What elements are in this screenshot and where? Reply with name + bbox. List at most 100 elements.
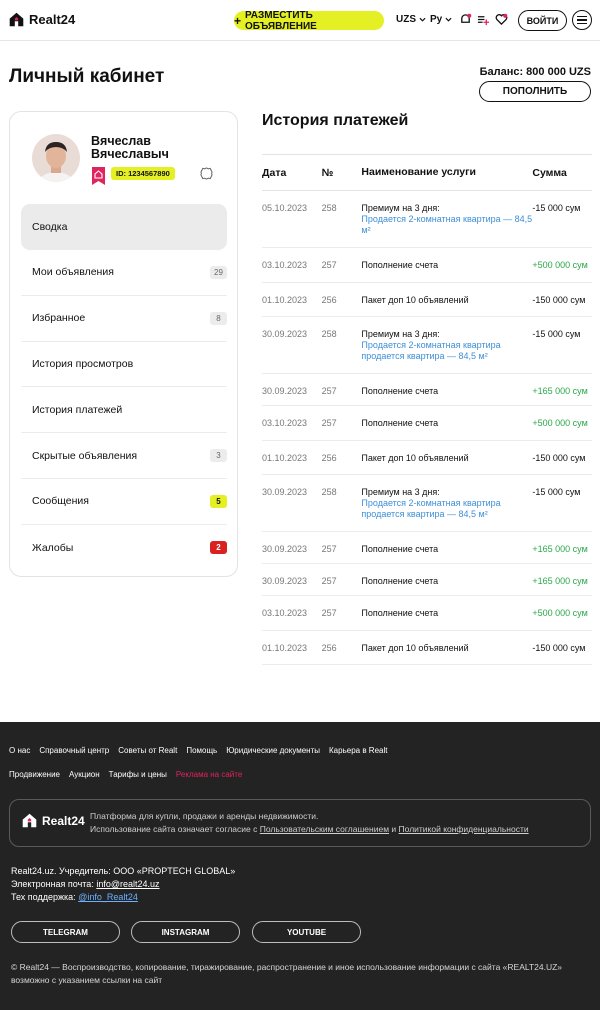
page-title: Личный кабинет: [9, 66, 165, 87]
post-ad-button[interactable]: + РАЗМЕСТИТЬ ОБЪЯВЛЕНИЕ: [234, 9, 384, 32]
footer-link[interactable]: О нас: [9, 746, 30, 755]
column-header-date: Дата: [262, 166, 287, 179]
post-ad-label: РАЗМЕСТИТЬ ОБЪЯВЛЕНИЕ: [245, 9, 317, 32]
sidebar-item-label: История просмотров: [32, 357, 134, 370]
sidebar-item[interactable]: Скрытые объявления 3: [21, 433, 227, 479]
column-header-number: №: [321, 166, 334, 179]
cell-service: Премиум на 3 дня: Продается 2-комнатная к…: [361, 329, 532, 362]
privacy-policy-link[interactable]: Политикой конфиденциальности: [399, 824, 529, 834]
cell-number: 257: [321, 418, 337, 428]
listing-link[interactable]: Продается 2-комнатная квартира продается…: [361, 340, 532, 362]
cell-number: 256: [321, 642, 337, 653]
instagram-button[interactable]: INSTAGRAM: [131, 921, 240, 943]
login-button[interactable]: ВОЙТИ: [518, 10, 567, 31]
service-name: Премиум на 3 дня:: [361, 329, 440, 339]
footer-link[interactable]: Юридические документы: [226, 746, 320, 755]
footer-link[interactable]: Советы от Realt: [118, 746, 177, 755]
count-badge: 3: [210, 449, 227, 463]
email-label: Электронная почта:: [11, 879, 94, 889]
cell-sum: -15 000 сум: [532, 203, 581, 213]
count-badge: 29: [210, 265, 227, 279]
logo-icon: [9, 12, 24, 27]
footer-link[interactable]: Продвижение: [9, 770, 60, 779]
account-menu: Сводка Мои объявления 29 Избранное 8 История …: [21, 204, 227, 571]
menu-icon[interactable]: [572, 10, 592, 30]
cell-service: Пополнение счета: [361, 418, 532, 429]
notifications-icon[interactable]: [459, 13, 472, 26]
cell-number: 257: [321, 386, 337, 396]
footer-links-row2: Продвижение Аукцион Тарифы и цены Реклама н…: [9, 770, 242, 779]
listing-link[interactable]: Продается 2-комнатная квартира — 84,5 м²: [361, 214, 532, 236]
language-select[interactable]: Ру: [430, 14, 452, 25]
cell-number: 258: [321, 487, 337, 497]
sidebar-item-label: Сводка: [32, 221, 68, 233]
column-header-service: Наименование услуги: [361, 166, 476, 178]
footer-about-line1: Платформа для купли, продажи и аренды не…: [90, 811, 319, 821]
sidebar-item-label: История платежей: [32, 403, 123, 416]
sidebar-item-label: Скрытые объявления: [32, 449, 138, 462]
footer-about-text: Платформа для купли, продажи и аренды не…: [90, 810, 529, 836]
footer-logo[interactable]: Realt24: [21, 812, 85, 829]
table-row: 03.10.2023 257 Пополнение счета +500 000 су…: [262, 596, 592, 631]
verified-badge-icon: [92, 167, 105, 185]
count-badge: 5: [210, 494, 227, 508]
service-name: Пополнение счета: [361, 386, 439, 396]
cell-service: Пополнение счета: [361, 386, 532, 397]
sidebar-item-label: Мои объявления: [32, 266, 114, 279]
favorites-icon[interactable]: [495, 13, 508, 26]
topup-button[interactable]: ПОПОЛНИТЬ: [479, 81, 591, 102]
cell-date: 30.09.2023: [262, 544, 308, 554]
table-row: 30.09.2023 258 Премиум на 3 дня: Продается …: [262, 475, 592, 532]
service-name: Пополнение счета: [361, 608, 439, 618]
gear-icon[interactable]: [200, 167, 213, 180]
compare-icon[interactable]: [477, 13, 490, 26]
cell-date: 30.09.2023: [262, 386, 308, 396]
table-row: 30.09.2023 258 Премиум на 3 дня: Продается …: [262, 317, 592, 374]
cell-sum: -150 000 сум: [532, 642, 586, 653]
table-row: 05.10.2023 258 Премиум на 3 дня: Продается …: [262, 191, 592, 248]
cell-sum: -15 000 сум: [532, 329, 581, 339]
advertising-link[interactable]: Реклама на сайте: [176, 770, 242, 779]
support-link[interactable]: @info_Realt24: [78, 892, 138, 902]
email-link[interactable]: info@realt24.uz: [96, 879, 159, 889]
chevron-down-icon: [419, 17, 426, 22]
currency-select[interactable]: UZS: [396, 14, 426, 25]
youtube-button[interactable]: YOUTUBE: [252, 921, 361, 943]
service-name: Пополнение счета: [361, 576, 439, 586]
footer-link[interactable]: Помощь: [186, 746, 217, 755]
sidebar-item[interactable]: История платежей: [21, 387, 227, 434]
cell-date: 03.10.2023: [262, 260, 308, 270]
footer-link[interactable]: Карьера в Realt: [329, 746, 387, 755]
logo-text: Realt24: [29, 12, 76, 27]
footer-links-row1: О нас Справочный центр Советы от Realt Помо…: [9, 746, 387, 755]
cell-service: Пакет доп 10 объявлений: [361, 295, 532, 306]
footer-link[interactable]: Тарифы и цены: [109, 770, 167, 779]
sidebar-item[interactable]: Избранное 8: [21, 296, 227, 342]
footer-contacts: Realt24.uz. Учредитель: ООО «PROPTECH GL…: [11, 865, 235, 904]
logo[interactable]: Realt24: [8, 11, 75, 28]
user-id-badge: ID: 1234567890: [111, 167, 175, 180]
telegram-button[interactable]: TELEGRAM: [11, 921, 120, 943]
sidebar-item-label: Избранное: [32, 312, 86, 325]
sidebar-item[interactable]: Мои объявления 29: [21, 250, 227, 296]
service-name: Пакет доп 10 объявлений: [361, 294, 469, 305]
sidebar-item[interactable]: История просмотров: [21, 342, 227, 388]
table-row: 01.10.2023 256 Пакет доп 10 объявлений -150…: [262, 441, 592, 475]
service-name: Пакет доп 10 объявлений: [361, 642, 469, 653]
cell-number: 257: [321, 544, 337, 554]
chevron-down-icon: [445, 17, 452, 22]
cell-number: 257: [321, 260, 337, 270]
cell-date: 03.10.2023: [262, 418, 308, 428]
user-agreement-link[interactable]: Пользовательским соглашением: [260, 824, 389, 834]
footer-link[interactable]: Справочный центр: [39, 746, 109, 755]
listing-link[interactable]: Продается 2-комнатная квартира продается…: [361, 498, 532, 520]
cell-service: Премиум на 3 дня: Продается 2-комнатная к…: [361, 487, 532, 520]
service-name: Пополнение счета: [361, 418, 439, 428]
sidebar-item[interactable]: Сообщения 5: [21, 479, 227, 525]
footer: О нас Справочный центр Советы от Realt Помо…: [0, 722, 600, 1010]
footer-link[interactable]: Аукцион: [69, 770, 100, 779]
sidebar-item[interactable]: Жалобы 2: [21, 525, 227, 571]
sidebar-item[interactable]: Сводка: [21, 204, 227, 250]
service-name: Пополнение счета: [361, 544, 439, 554]
currency-value: UZS: [396, 14, 416, 25]
